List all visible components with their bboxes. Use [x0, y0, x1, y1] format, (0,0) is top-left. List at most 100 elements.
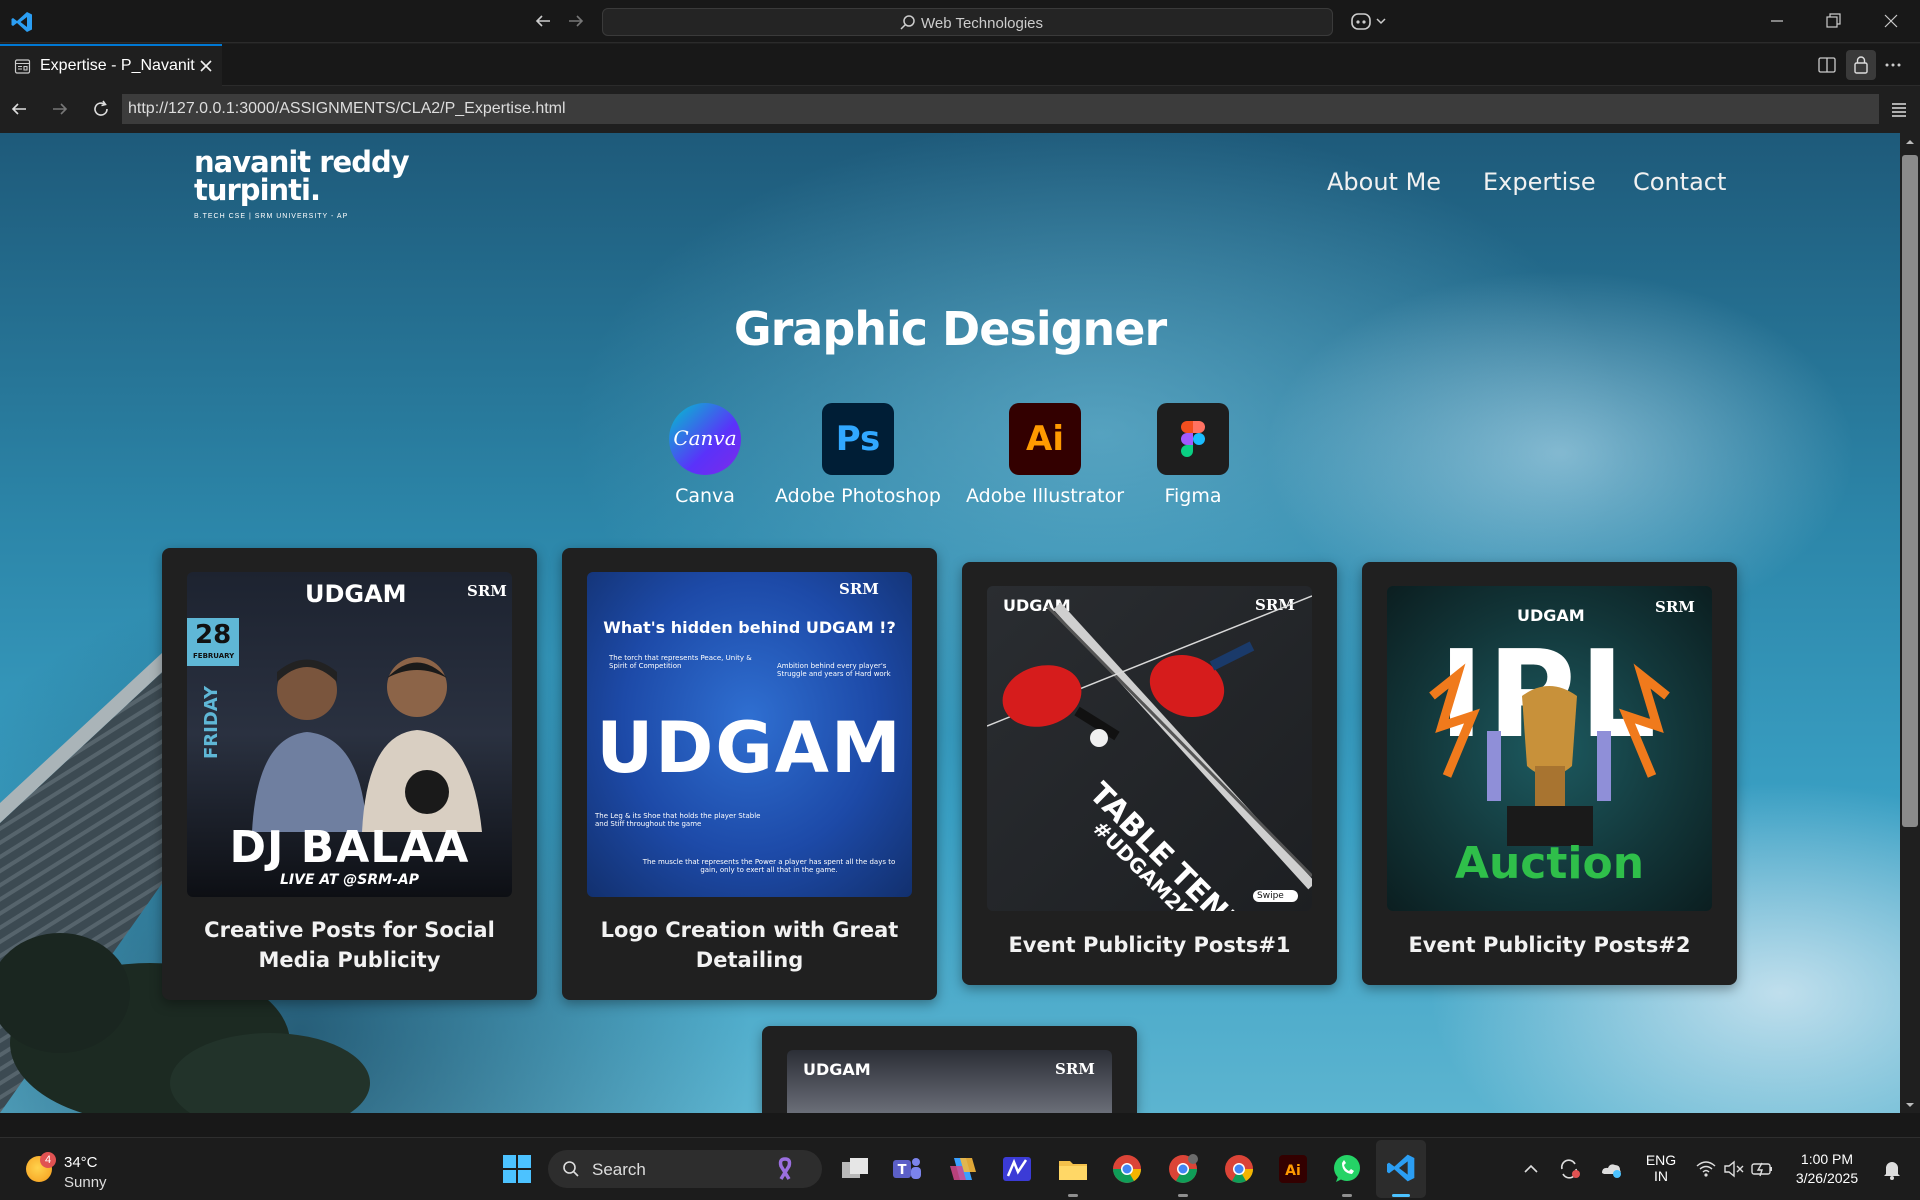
status-bar	[0, 1113, 1920, 1137]
figma-icon	[1157, 403, 1229, 475]
url-input[interactable]	[122, 94, 1879, 124]
nav-link-about[interactable]: About Me	[1327, 168, 1441, 196]
nav-link-expertise[interactable]: Expertise	[1483, 168, 1596, 196]
poster-brand: UDGAM	[803, 1060, 871, 1079]
portfolio-card-logo[interactable]: SRM What's hidden behind UDGAM !? The to…	[562, 548, 937, 1000]
ipl-auction-poster: UDGAM SRM IPL Auction	[1387, 586, 1712, 911]
scroll-down-icon[interactable]	[1904, 1100, 1916, 1110]
window-titlebar: Web Technologies	[0, 0, 1920, 43]
svg-text:Ai: Ai	[1285, 1163, 1301, 1179]
tool-photoshop: Ps Adobe Photoshop	[758, 403, 958, 507]
chrome-profile2-icon[interactable]	[1222, 1152, 1256, 1186]
brand-name-line1: navanit reddy	[194, 145, 410, 179]
wifi-icon[interactable]	[1694, 1152, 1718, 1186]
poster-question: What's hidden behind UDGAM !?	[603, 618, 896, 637]
chrome-running-indicator	[1178, 1194, 1188, 1197]
onedrive-icon[interactable]	[1598, 1152, 1624, 1186]
split-editor-icon[interactable]	[1816, 54, 1838, 76]
task-view-icon[interactable]	[838, 1152, 872, 1186]
chrome-icon[interactable]	[1110, 1152, 1144, 1186]
lock-icon	[1854, 56, 1868, 74]
portfolio-card-partial[interactable]: UDGAM SRM	[762, 1026, 1137, 1113]
tool-label: Adobe Photoshop	[775, 485, 941, 507]
taskbar-search[interactable]: Search	[548, 1150, 822, 1188]
canva-icon: Canva	[669, 403, 741, 475]
close-window-icon[interactable]	[1880, 10, 1902, 32]
search-icon	[900, 15, 915, 30]
illustrator-icon: Ai	[1009, 403, 1081, 475]
copilot-app-icon[interactable]	[946, 1152, 980, 1186]
copilot-icon[interactable]	[1350, 10, 1390, 32]
tab-label: Expertise - P_Navanit	[40, 57, 195, 74]
browser-forward-icon[interactable]	[49, 98, 71, 120]
restore-icon[interactable]	[1822, 10, 1844, 32]
browser-address-bar	[0, 87, 1920, 131]
minimize-icon[interactable]	[1766, 10, 1788, 32]
illustrator-app-icon[interactable]: Ai	[1276, 1152, 1310, 1186]
scrollbar-thumb[interactable]	[1902, 155, 1918, 827]
ribbon-icon	[778, 1157, 792, 1180]
poster-day: FRIDAY	[201, 685, 223, 760]
browser-back-icon[interactable]	[8, 98, 30, 120]
udgam-logo-poster: SRM What's hidden behind UDGAM !? The to…	[587, 572, 912, 897]
file-explorer-icon[interactable]	[1056, 1152, 1090, 1186]
vscode-taskbar-button[interactable]	[1376, 1140, 1426, 1198]
command-center-search[interactable]: Web Technologies	[602, 8, 1333, 36]
vscode-app-icon	[1387, 1154, 1415, 1182]
language-indicator[interactable]: ENG IN	[1644, 1152, 1678, 1184]
more-actions-icon[interactable]	[1882, 54, 1904, 76]
windows-taskbar: 4 34°C Sunny Search T Ai ENG IN 1:00 PM …	[0, 1137, 1920, 1200]
poster-org: SRM	[839, 580, 879, 598]
poster-auction: Auction	[1454, 838, 1645, 889]
chrome-profile-icon[interactable]	[1166, 1152, 1200, 1186]
portfolio-card-social[interactable]: UDGAM SRM 28 FEBRUARY FRIDAY DJ BALAA LI…	[162, 548, 537, 1000]
poster-brand: UDGAM	[305, 580, 407, 608]
show-hidden-icons-icon[interactable]	[1520, 1152, 1542, 1186]
hamburger-menu-icon[interactable]	[1888, 98, 1910, 120]
clock-time: 1:00 PM	[1800, 1151, 1854, 1167]
card-title: Creative Posts for Social Media Publicit…	[204, 918, 495, 972]
site-logo[interactable]: navanit reddy turpinti. B.TECH CSE | SRM…	[194, 145, 424, 221]
nav-link-contact[interactable]: Contact	[1633, 168, 1726, 196]
command-center-label: Web Technologies	[921, 15, 1044, 32]
whatsapp-icon[interactable]	[1330, 1152, 1364, 1186]
poster-headline: DJ BALAA	[229, 822, 470, 873]
notifications-icon[interactable]	[1880, 1152, 1904, 1186]
card-title: Event Publicity Posts#2	[1408, 933, 1691, 957]
weather-temp: 34°C	[64, 1154, 98, 1171]
clock[interactable]: 1:00 PM 3/26/2025	[1780, 1151, 1874, 1186]
taskbar-search-label: Search	[592, 1160, 646, 1179]
reload-icon[interactable]	[90, 98, 112, 120]
back-arrow-icon[interactable]	[532, 10, 554, 32]
poster-org: SRM	[467, 582, 507, 600]
svg-text:T: T	[898, 1163, 907, 1178]
brand-name-line2: turpinti.	[194, 173, 321, 207]
page-title: Graphic Designer	[733, 302, 1167, 356]
vscode-logo-icon[interactable]	[10, 10, 34, 34]
explorer-running-indicator	[1068, 1194, 1078, 1197]
sync-icon[interactable]	[1556, 1152, 1582, 1186]
portfolio-card-event1[interactable]: UDGAM SRM TABLE TENNIS #UDGAM2K25 Swipe …	[962, 562, 1337, 985]
lock-editor-button[interactable]	[1846, 50, 1876, 80]
card-title: Logo Creation with Great Detailing	[600, 918, 899, 972]
poster-subline: LIVE AT @SRM-AP	[279, 872, 420, 888]
teams-icon[interactable]: T	[890, 1152, 924, 1186]
forward-arrow-icon[interactable]	[565, 10, 587, 32]
scroll-up-icon[interactable]	[1904, 137, 1916, 147]
volume-muted-icon[interactable]	[1722, 1152, 1746, 1186]
editor-app-icon[interactable]	[1000, 1152, 1034, 1186]
brand-subtitle: B.TECH CSE | SRM UNIVERSITY - AP	[194, 213, 349, 220]
portfolio-card-event2[interactable]: UDGAM SRM IPL Auction Event Publicity Po…	[1362, 562, 1737, 985]
tab-expertise[interactable]: Expertise - P_Navanit	[0, 44, 222, 86]
close-icon[interactable]	[198, 58, 214, 74]
whatsapp-running-indicator	[1342, 1194, 1352, 1197]
vscode-active-indicator	[1392, 1194, 1410, 1197]
poster-org: SRM	[1055, 1060, 1095, 1078]
battery-charging-icon[interactable]	[1750, 1152, 1776, 1186]
windows-start-icon[interactable]	[500, 1152, 534, 1186]
partial-poster: UDGAM SRM	[787, 1050, 1112, 1113]
dj-figures	[252, 657, 482, 832]
udgam-logo-word: UDGAM	[596, 707, 903, 789]
search-icon	[563, 1161, 579, 1177]
dj-balaa-poster: UDGAM SRM 28 FEBRUARY FRIDAY DJ BALAA LI…	[187, 572, 512, 897]
